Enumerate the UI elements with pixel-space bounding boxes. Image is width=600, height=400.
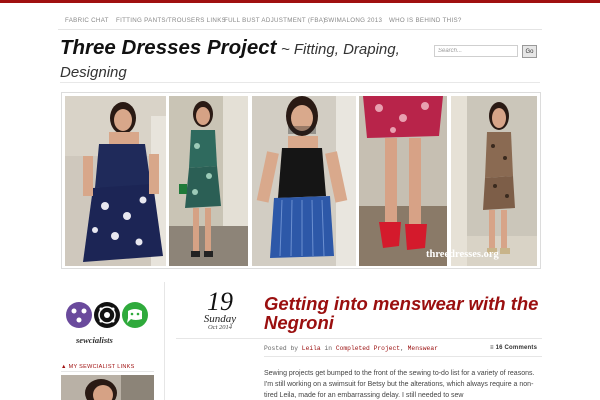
main-nav: Fabric Chat Fitting Pants/Trousers Links…	[58, 12, 542, 30]
search-go-button[interactable]: Go	[522, 45, 537, 58]
banner-caption: threedresses.org	[426, 249, 499, 260]
post-body: Sewing projects get bumped to the front …	[264, 370, 535, 399]
sewcialists-logo-icon	[66, 302, 148, 328]
post-meta-in: in	[324, 345, 333, 352]
sidebar-heading-rule	[61, 371, 154, 372]
nav-item-swimalong[interactable]: Swimalong 2013	[324, 17, 382, 24]
post-comments-link[interactable]: ≡ 16 Comments	[490, 345, 537, 351]
header-banner[interactable]: threedresses.org	[61, 92, 541, 269]
nav-item-fba[interactable]: Full Bust Adjustment (FBA)	[224, 17, 326, 24]
search-input[interactable]	[434, 45, 518, 57]
banner-photo-pink-dress	[359, 96, 447, 266]
banner-photo-green-dress	[169, 96, 248, 266]
post-meta-rule-top	[176, 338, 542, 339]
post-meta-rule-bottom	[264, 356, 542, 357]
banner-photo-leopard-dress	[451, 96, 537, 266]
post-category-link-2[interactable]: Menswear	[408, 345, 438, 352]
banner-photo-navy-dress	[65, 96, 166, 266]
post-date-month: Oct 2014	[207, 324, 232, 331]
sidebar-divider	[164, 282, 165, 400]
banner-photo-blue-skirt	[252, 96, 356, 266]
post-date: 19 Sunday Oct 2014	[194, 287, 246, 334]
nav-item-who[interactable]: Who is behind this?	[389, 17, 462, 24]
post-category-link-1[interactable]: Completed Project	[336, 345, 400, 352]
nav-item-fitting-pants[interactable]: Fitting Pants/Trousers Links	[116, 17, 226, 24]
post-title[interactable]: Getting into menswear with the Negroni	[264, 294, 544, 332]
sidebar-links-heading: ▲ My Sewcialist Links	[61, 364, 135, 370]
post-date-weekday: Sunday	[203, 313, 237, 325]
post-date-day: 19	[207, 287, 233, 316]
header-divider	[60, 82, 540, 83]
sidebar-thumbnail[interactable]	[61, 375, 154, 400]
post-author-link[interactable]: Leila	[302, 345, 321, 352]
top-accent-rule	[0, 0, 600, 3]
site-title-text[interactable]: Three Dresses Project	[60, 36, 277, 59]
post-meta-prefix: Posted by	[264, 345, 299, 352]
post-meta: Posted by Leila in Completed Project, Me…	[264, 345, 438, 352]
sewcialists-label: sewcialists	[76, 335, 113, 345]
nav-item-fabric-chat[interactable]: Fabric Chat	[65, 17, 109, 24]
site-title[interactable]: Three Dresses Project ~ Fitting, Draping…	[60, 36, 410, 84]
